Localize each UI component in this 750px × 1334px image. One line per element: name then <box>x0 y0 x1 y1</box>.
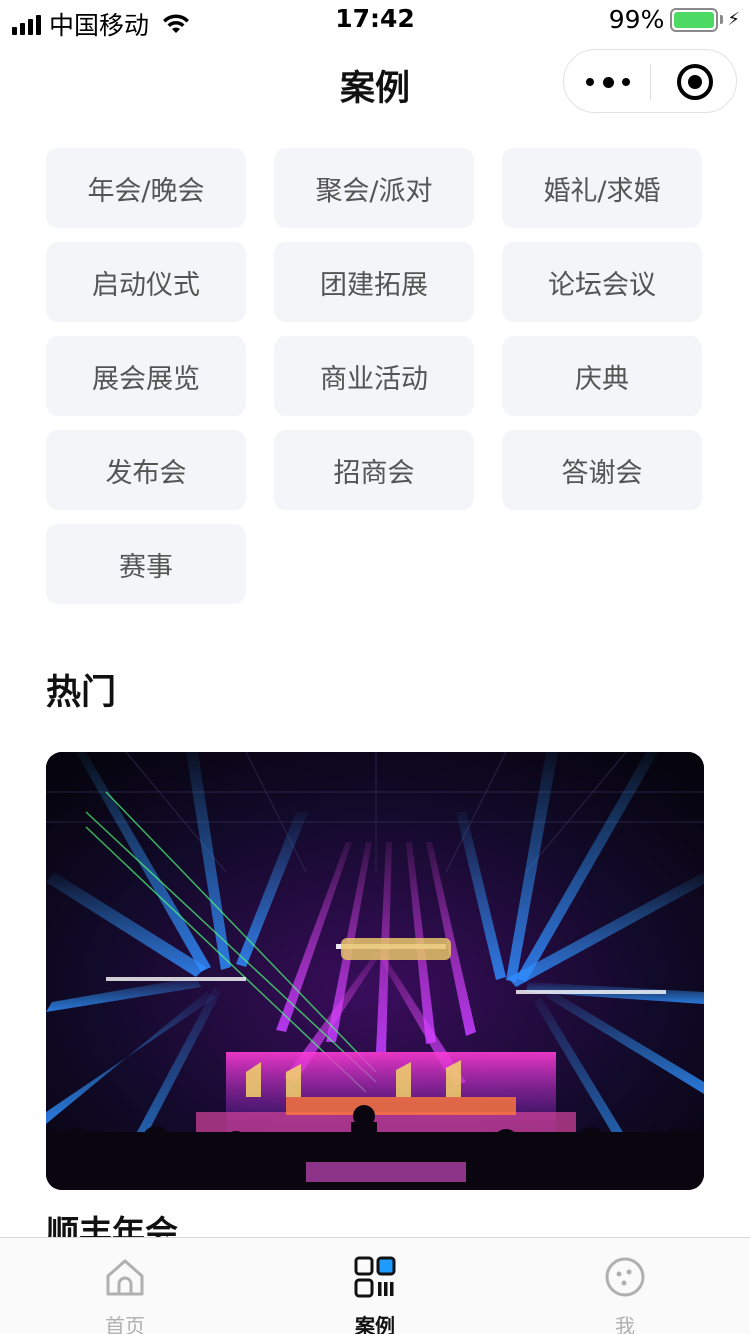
face-icon <box>605 1257 645 1297</box>
category-item[interactable]: 论坛会议 <box>502 242 702 322</box>
battery-fill <box>674 11 714 28</box>
section-title-hot: 热门 <box>46 673 117 713</box>
tab-me-label: 我 <box>615 1314 635 1334</box>
nav-bar: 案例 <box>0 40 750 124</box>
miniprogram-capsule <box>563 49 737 113</box>
category-item[interactable]: 发布会 <box>46 430 246 510</box>
category-item[interactable]: 商业活动 <box>274 336 474 416</box>
home-icon <box>106 1259 144 1296</box>
tab-home[interactable]: 首页 <box>0 1238 250 1334</box>
category-item[interactable]: 招商会 <box>274 430 474 510</box>
category-item[interactable]: 婚礼/求婚 <box>502 148 702 228</box>
battery-percent: 99% <box>608 5 665 34</box>
category-item[interactable]: 庆典 <box>502 336 702 416</box>
category-item[interactable]: 团建拓展 <box>274 242 474 322</box>
category-item[interactable]: 答谢会 <box>502 430 702 510</box>
tab-cases[interactable]: 案例 <box>250 1238 500 1334</box>
tab-home-label: 首页 <box>105 1314 145 1334</box>
status-right: 99% ⚡ <box>609 5 740 34</box>
more-icon[interactable] <box>586 72 630 92</box>
category-item[interactable]: 展会展览 <box>46 336 246 416</box>
case-cover-image <box>46 752 704 1190</box>
tab-bar: 首页 案例 我 <box>0 1237 750 1334</box>
hot-case-card[interactable] <box>46 752 704 1190</box>
charging-bolt-icon: ⚡ <box>727 9 740 30</box>
category-item[interactable]: 聚会/派对 <box>274 148 474 228</box>
battery-icon <box>670 7 719 32</box>
close-miniprogram-icon[interactable] <box>677 64 713 100</box>
tab-cases-label: 案例 <box>355 1314 395 1334</box>
category-item[interactable]: 年会/晚会 <box>46 148 246 228</box>
status-bar: 中国移动 17:42 99% ⚡ <box>0 0 750 40</box>
battery-cap <box>720 15 724 24</box>
category-item[interactable]: 启动仪式 <box>46 242 246 322</box>
grid-icon <box>354 1256 396 1298</box>
capsule-divider <box>650 64 651 100</box>
category-item[interactable]: 赛事 <box>46 524 246 604</box>
tab-me[interactable]: 我 <box>500 1238 750 1334</box>
